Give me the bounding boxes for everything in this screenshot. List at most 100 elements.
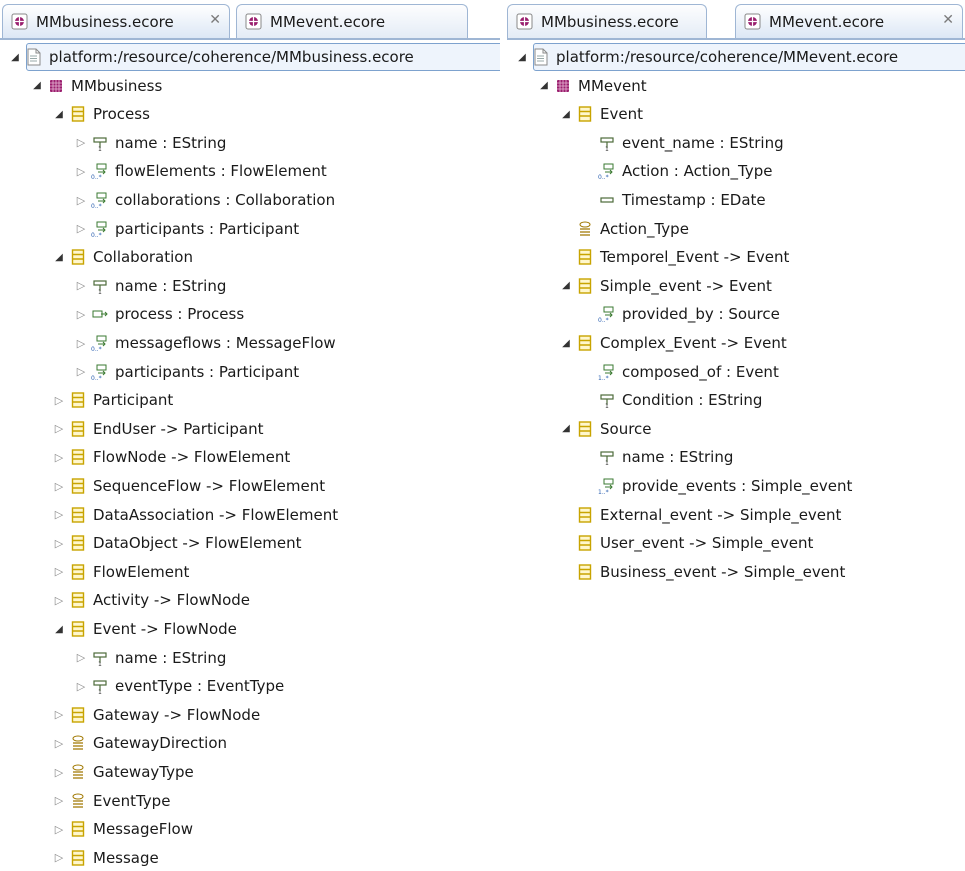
tree-row[interactable]: ▷ FlowNode -> FlowElement <box>52 443 290 471</box>
collapsed-arrow-icon[interactable]: ▷ <box>52 794 66 807</box>
collapsed-arrow-icon[interactable]: ▷ <box>52 823 66 836</box>
tree-row[interactable]: ▷ DataObject -> FlowElement <box>52 529 302 557</box>
tree-row[interactable]: ▷ 1 name : EString <box>74 644 227 672</box>
collapsed-arrow-icon[interactable]: ▷ <box>52 451 66 464</box>
tree-row[interactable]: ▷ MessageFlow <box>52 815 193 843</box>
tree-row[interactable]: 1..* composed_of : Event <box>581 358 779 386</box>
collapsed-arrow-icon[interactable]: ▷ <box>52 508 66 521</box>
tree-item-label: GatewayDirection <box>93 734 228 753</box>
tab-mmbusiness-ecore[interactable]: MMbusiness.ecore <box>507 4 707 38</box>
collapsed-arrow-icon[interactable]: ▷ <box>52 766 66 779</box>
tree-row[interactable]: ◢ Simple_event -> Event <box>559 272 772 300</box>
tree-row[interactable]: ◢ Complex_Event -> Event <box>559 329 787 357</box>
attribute-icon: 1 <box>91 677 109 696</box>
tree-row[interactable]: 1 event_name : EString <box>581 129 784 157</box>
expanded-arrow-icon[interactable]: ◢ <box>515 52 529 63</box>
collapsed-arrow-icon[interactable]: ▷ <box>52 422 66 435</box>
tree-row[interactable]: Business_event -> Simple_event <box>559 558 845 586</box>
tree-row[interactable]: External_event -> Simple_event <box>559 501 841 529</box>
tree-row[interactable]: ▷ 0..* participants : Participant <box>74 215 299 243</box>
collapsed-arrow-icon[interactable]: ▷ <box>52 480 66 493</box>
tree-row[interactable]: ▷ SequenceFlow -> FlowElement <box>52 472 325 500</box>
tree-row[interactable]: 1 Condition : EString <box>581 386 762 414</box>
tree-row[interactable]: ▷ DataAssociation -> FlowElement <box>52 501 338 529</box>
collapsed-arrow-icon[interactable]: ▷ <box>52 537 66 550</box>
expanded-arrow-icon[interactable]: ◢ <box>52 624 66 635</box>
collapsed-arrow-icon[interactable]: ▷ <box>52 565 66 578</box>
tree-row[interactable]: ◢ Event <box>559 100 643 128</box>
tree-row[interactable]: ▷ 1 name : EString <box>74 129 227 157</box>
collapsed-arrow-icon[interactable]: ▷ <box>74 194 88 207</box>
tree-row[interactable]: ◢ MMbusiness <box>30 72 162 100</box>
tab-mmevent-ecore[interactable]: MMevent.ecore <box>236 4 468 38</box>
tree-row[interactable]: ▷ EventType <box>52 787 171 815</box>
collapsed-arrow-icon[interactable]: ▷ <box>74 279 88 292</box>
collapsed-arrow-icon[interactable]: ▷ <box>74 136 88 149</box>
tree-row[interactable]: ▷ Activity -> FlowNode <box>52 586 250 614</box>
tree-root-row[interactable]: ◢ platform:/resource/coherence/MMevent.ec… <box>515 43 965 71</box>
tree-item-label: FlowNode -> FlowElement <box>93 448 291 467</box>
tree-row[interactable]: 0..* Action : Action_Type <box>581 157 773 185</box>
tree-row[interactable]: User_event -> Simple_event <box>559 529 813 557</box>
collapsed-arrow-icon[interactable]: ▷ <box>74 222 88 235</box>
collapsed-arrow-icon[interactable]: ▷ <box>74 680 88 693</box>
tree-row[interactable]: Temporel_Event -> Event <box>559 243 789 271</box>
tree-row[interactable]: ▷ 0..* collaborations : Collaboration <box>74 186 335 214</box>
expanded-arrow-icon[interactable]: ◢ <box>559 280 573 291</box>
expanded-arrow-icon[interactable]: ◢ <box>559 109 573 120</box>
collapsed-arrow-icon[interactable]: ▷ <box>74 308 88 321</box>
tree-row[interactable]: ▷ 0..* messageflows : MessageFlow <box>74 329 336 357</box>
collapsed-arrow-icon[interactable]: ▷ <box>52 594 66 607</box>
tree-row[interactable]: ▷ 0..* participants : Participant <box>74 358 299 386</box>
tab-mmbusiness-ecore[interactable]: MMbusiness.ecore ✕ <box>2 4 230 38</box>
expanded-arrow-icon[interactable]: ◢ <box>559 423 573 434</box>
tree-item-label: User_event -> Simple_event <box>600 534 814 553</box>
tree-row[interactable]: ▷ FlowElement <box>52 558 190 586</box>
expanded-arrow-icon[interactable]: ◢ <box>30 80 44 91</box>
collapsed-arrow-icon[interactable]: ▷ <box>52 708 66 721</box>
expanded-arrow-icon[interactable]: ◢ <box>559 338 573 349</box>
tree-row[interactable]: 1..* provide_events : Simple_event <box>581 472 852 500</box>
tree-row[interactable]: ▷ 1 name : EString <box>74 272 227 300</box>
tree-row[interactable]: ▷ 0..* flowElements : FlowElement <box>74 157 327 185</box>
tree-row[interactable]: ▷ Participant <box>52 386 174 414</box>
tree-row[interactable]: ▷ GatewayDirection <box>52 729 227 757</box>
tree-row[interactable]: ◢ Event -> FlowNode <box>52 615 237 643</box>
tree-row[interactable]: ▷ Message <box>52 844 159 871</box>
tree-row[interactable]: ◢ Source <box>559 415 651 443</box>
tree-item-label: Complex_Event -> Event <box>600 334 787 352</box>
tree-item-label: collaborations : Collaboration <box>115 191 336 209</box>
class-icon <box>69 391 87 409</box>
close-icon[interactable]: ✕ <box>209 12 221 28</box>
tree-row[interactable]: ▷ 1 eventType : EventType <box>74 672 284 700</box>
collapsed-arrow-icon[interactable]: ▷ <box>52 737 66 750</box>
tab-mmevent-ecore[interactable]: MMevent.ecore ✕ <box>735 4 963 38</box>
tree-row[interactable]: ◢ Collaboration <box>52 243 193 271</box>
tree-item-label: name : EString <box>115 648 227 667</box>
tree-row[interactable]: ◢ MMevent <box>537 72 646 100</box>
tree-row[interactable]: ▷ Gateway -> FlowNode <box>52 701 260 729</box>
tree-row[interactable]: 0..* provided_by : Source <box>581 300 780 328</box>
collapsed-arrow-icon[interactable]: ▷ <box>52 394 66 407</box>
expanded-arrow-icon[interactable]: ◢ <box>52 109 66 120</box>
tree-item-label: DataObject -> FlowElement <box>93 534 302 553</box>
tree-row[interactable]: ▷ GatewayType <box>52 758 194 786</box>
tree-row[interactable]: 1 name : EString <box>581 443 733 471</box>
collapsed-arrow-icon[interactable]: ▷ <box>74 337 88 350</box>
collapsed-arrow-icon[interactable]: ▷ <box>74 165 88 178</box>
collapsed-arrow-icon[interactable]: ▷ <box>52 851 66 864</box>
expanded-arrow-icon[interactable]: ◢ <box>52 252 66 263</box>
collapsed-arrow-icon[interactable]: ▷ <box>74 365 88 378</box>
tree-row[interactable]: Timestamp : EDate <box>581 186 766 214</box>
tree-item-label: EventType <box>93 791 171 810</box>
expanded-arrow-icon[interactable]: ◢ <box>8 52 22 63</box>
tree-row[interactable]: ◢ Process <box>52 100 150 128</box>
close-icon[interactable]: ✕ <box>942 12 954 28</box>
tree-row[interactable]: ▷ EndUser -> Participant <box>52 415 264 443</box>
tree-root-row[interactable]: ◢ platform:/resource/coherence/MMbusiness… <box>8 43 500 71</box>
expanded-arrow-icon[interactable]: ◢ <box>537 80 551 91</box>
tree-row[interactable]: ▷ process : Process <box>74 300 244 328</box>
collapsed-arrow-icon[interactable]: ▷ <box>74 651 88 664</box>
svg-text:0..*: 0..* <box>91 203 102 209</box>
tree-row[interactable]: Action_Type <box>559 215 689 243</box>
